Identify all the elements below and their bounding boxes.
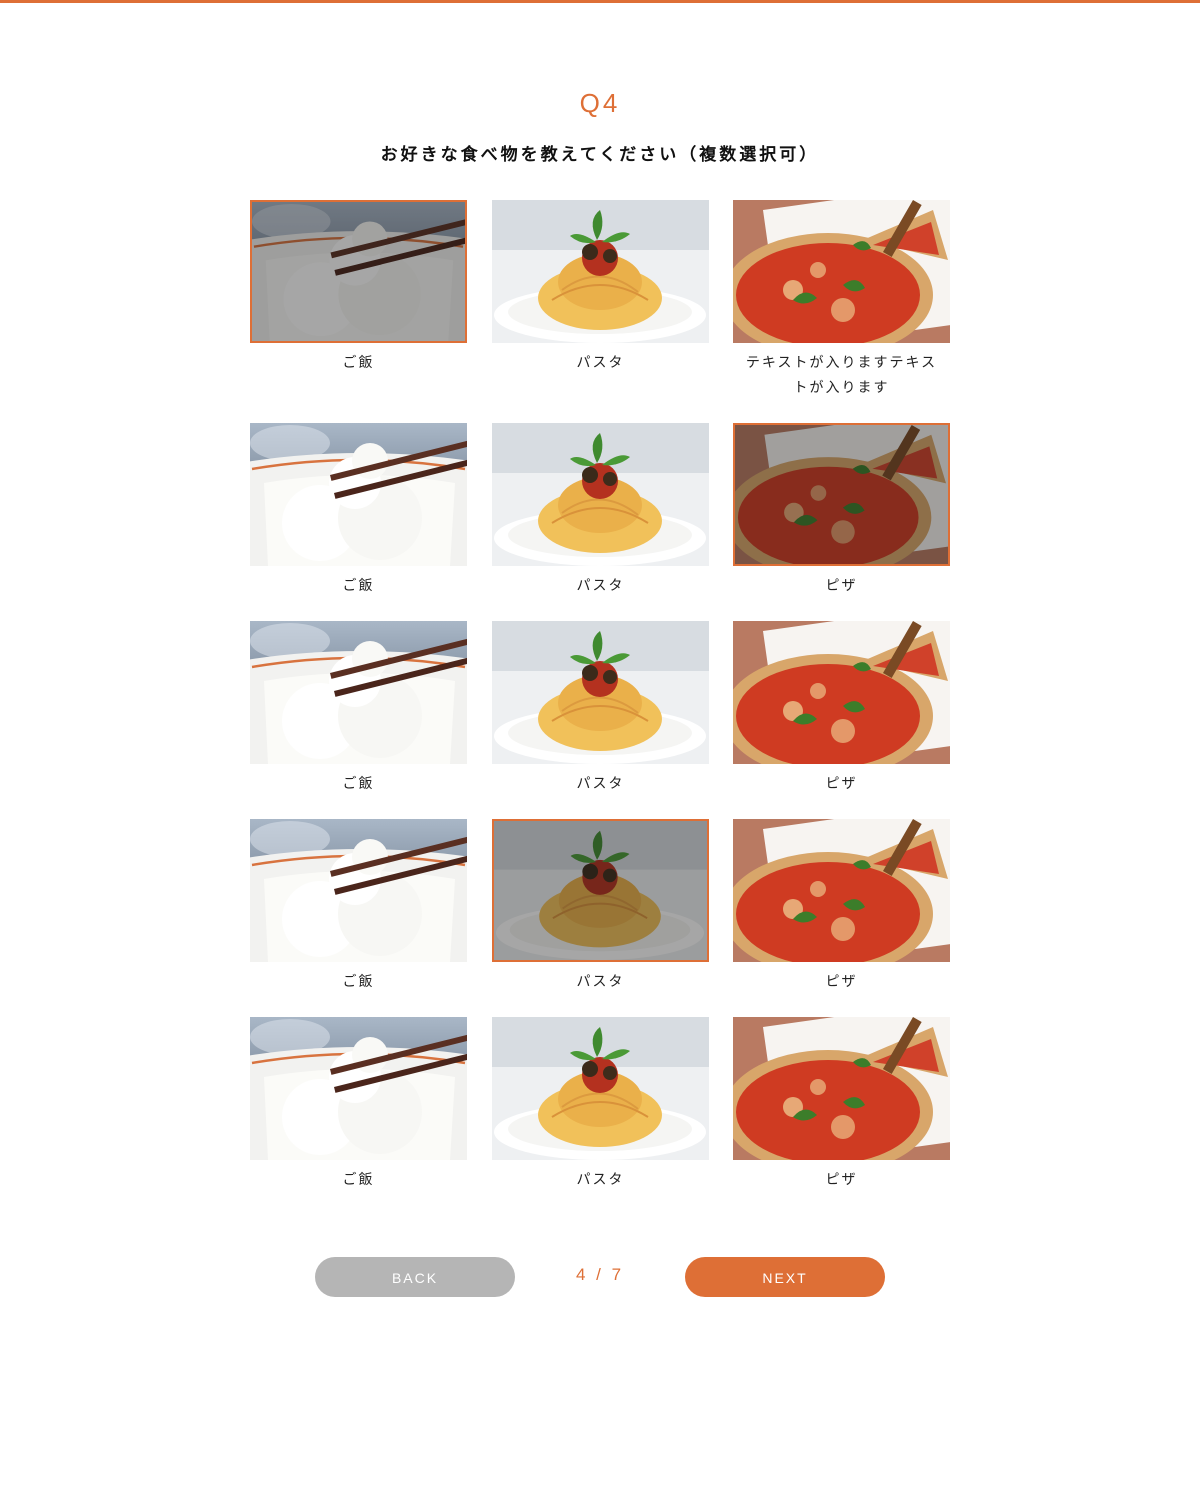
option-label: テキストが入りますテキストが入ります — [745, 355, 938, 396]
option-card[interactable]: パスタ — [492, 200, 709, 376]
option-label: パスタ — [576, 578, 625, 594]
pizza-image — [733, 200, 950, 343]
rice-bowl-image — [250, 200, 467, 343]
top-accent-bar — [0, 0, 1200, 3]
option-card[interactable]: ご飯 — [250, 621, 467, 797]
selected-overlay — [494, 821, 707, 960]
option-card[interactable]: ピザ — [733, 819, 950, 995]
pasta-plate-image — [492, 1017, 709, 1160]
option-label: ご飯 — [342, 355, 375, 371]
rice-bowl-image — [250, 621, 467, 764]
option-card[interactable]: ピザ — [733, 1017, 950, 1193]
rice-bowl-image — [250, 819, 467, 962]
option-card[interactable]: パスタ — [492, 621, 709, 797]
option-label: ご飯 — [342, 776, 375, 792]
option-label: パスタ — [576, 355, 625, 371]
option-card[interactable]: ご飯 — [250, 1017, 467, 1193]
pasta-plate-image — [492, 819, 709, 962]
option-card[interactable]: ご飯 — [250, 200, 467, 376]
rice-bowl-image — [250, 423, 467, 566]
option-label: ピザ — [825, 776, 858, 792]
option-label: パスタ — [576, 1172, 625, 1188]
selected-overlay — [735, 425, 948, 564]
option-label: ピザ — [825, 578, 858, 594]
pasta-plate-image — [492, 423, 709, 566]
option-card[interactable]: ご飯 — [250, 819, 467, 995]
pasta-plate-image — [492, 200, 709, 343]
option-card[interactable]: ピザ — [733, 423, 950, 599]
option-label: ご飯 — [342, 1172, 375, 1188]
option-label: ピザ — [825, 1172, 858, 1188]
selected-overlay — [252, 202, 465, 341]
pizza-image — [733, 819, 950, 962]
option-card[interactable]: テキストが入りますテキストが入ります — [733, 200, 950, 401]
question-text: お好きな食べ物を教えてください（複数選択可） — [380, 145, 820, 165]
pizza-image — [733, 1017, 950, 1160]
question-number: Q4 — [579, 88, 621, 118]
rice-bowl-image — [250, 1017, 467, 1160]
option-label: ピザ — [825, 974, 858, 990]
option-label: ご飯 — [342, 974, 375, 990]
pizza-image — [733, 423, 950, 566]
option-label: パスタ — [576, 974, 625, 990]
option-card[interactable]: ピザ — [733, 621, 950, 797]
pasta-plate-image — [492, 621, 709, 764]
option-label: パスタ — [576, 776, 625, 792]
pizza-image — [733, 621, 950, 764]
option-card[interactable]: パスタ — [492, 819, 709, 995]
progress-indicator: 4 / 7 — [575, 1265, 625, 1284]
option-card[interactable]: パスタ — [492, 423, 709, 599]
option-card[interactable]: パスタ — [492, 1017, 709, 1193]
option-label: ご飯 — [342, 578, 375, 594]
option-card[interactable]: ご飯 — [250, 423, 467, 599]
next-button[interactable]: NEXT — [685, 1257, 885, 1297]
